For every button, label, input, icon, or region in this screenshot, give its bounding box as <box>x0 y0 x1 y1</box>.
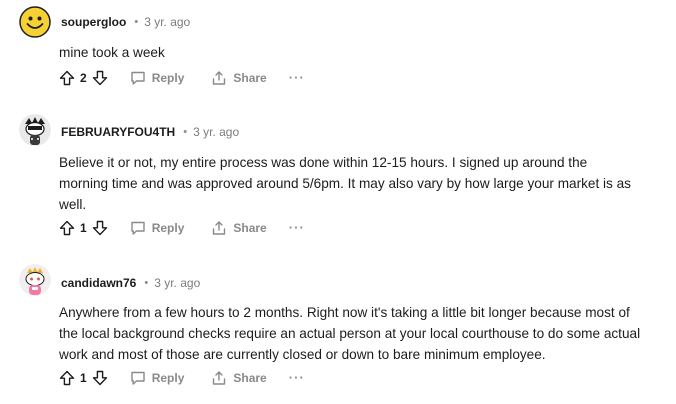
comment-body: mine took a week <box>59 42 649 63</box>
comment-text-line: Anywhere from a few hours to 2 months. R… <box>59 305 630 320</box>
reply-button[interactable]: Reply <box>128 368 185 388</box>
comment-text-line: morning time and was approved around 5/6… <box>59 176 631 191</box>
author-name[interactable]: candidawn76 <box>61 276 136 290</box>
meta-separator: • <box>144 277 149 289</box>
reply-icon <box>128 218 148 238</box>
share-label: Share <box>233 371 267 385</box>
share-button[interactable]: Share <box>209 218 267 238</box>
share-label: Share <box>233 221 267 235</box>
vote-group: 1 <box>57 368 110 388</box>
vote-score: 1 <box>80 371 87 385</box>
author-name[interactable]: FEBRUARYFOU4TH <box>61 125 175 139</box>
vote-score: 1 <box>80 221 87 235</box>
comment-meta: soupergloo • 3 yr. ago <box>61 12 190 32</box>
comment-actions: 1 Reply Share ··· <box>57 216 305 240</box>
vote-group: 2 <box>57 68 110 88</box>
snoo-avatar-icon[interactable] <box>19 264 51 296</box>
vote-score: 2 <box>80 71 87 85</box>
comment-body: Anywhere from a few hours to 2 months. R… <box>59 302 649 365</box>
vote-group: 1 <box>57 218 110 238</box>
meta-separator: • <box>183 126 188 138</box>
reply-button[interactable]: Reply <box>128 68 185 88</box>
reply-label: Reply <box>151 371 185 385</box>
share-label: Share <box>233 71 267 85</box>
more-options-icon[interactable]: ··· <box>289 221 305 234</box>
comment-text-line: Believe it or not, my entire process was… <box>59 155 588 170</box>
timestamp[interactable]: 3 yr. ago <box>144 15 190 29</box>
timestamp[interactable]: 3 yr. ago <box>193 125 239 139</box>
share-icon <box>209 68 229 88</box>
downvote-icon[interactable] <box>90 218 110 238</box>
comment-text-line: well. <box>59 197 87 212</box>
comment-text-line: work and most of those are currently clo… <box>59 347 546 362</box>
timestamp[interactable]: 3 yr. ago <box>154 276 200 290</box>
share-button[interactable]: Share <box>209 68 267 88</box>
share-icon <box>209 368 229 388</box>
downvote-icon[interactable] <box>90 68 110 88</box>
upvote-icon[interactable] <box>57 368 77 388</box>
share-button[interactable]: Share <box>209 368 267 388</box>
share-icon <box>209 218 229 238</box>
downvote-icon[interactable] <box>90 368 110 388</box>
comment-body: Believe it or not, my entire process was… <box>59 152 649 215</box>
reply-icon <box>128 368 148 388</box>
author-name[interactable]: soupergloo <box>61 15 126 29</box>
more-options-icon[interactable]: ··· <box>289 371 305 384</box>
upvote-icon[interactable] <box>57 218 77 238</box>
more-options-icon[interactable]: ··· <box>289 71 305 84</box>
reply-label: Reply <box>151 221 185 235</box>
reply-icon <box>128 68 148 88</box>
reply-button[interactable]: Reply <box>128 218 185 238</box>
reply-label: Reply <box>151 71 185 85</box>
comment-actions: 2 Reply Share ··· <box>57 66 305 90</box>
comment-meta: candidawn76 • 3 yr. ago <box>61 273 200 293</box>
comment-text-line: the local background checks require an a… <box>59 326 641 341</box>
smiley-avatar-icon[interactable] <box>19 6 51 38</box>
comment-text-line: mine took a week <box>59 45 165 60</box>
comment-actions: 1 Reply Share ··· <box>57 366 305 390</box>
snoo-avatar-icon[interactable] <box>19 114 51 146</box>
comment-meta: FEBRUARYFOU4TH • 3 yr. ago <box>61 122 239 142</box>
upvote-icon[interactable] <box>57 68 77 88</box>
meta-separator: • <box>134 16 139 28</box>
